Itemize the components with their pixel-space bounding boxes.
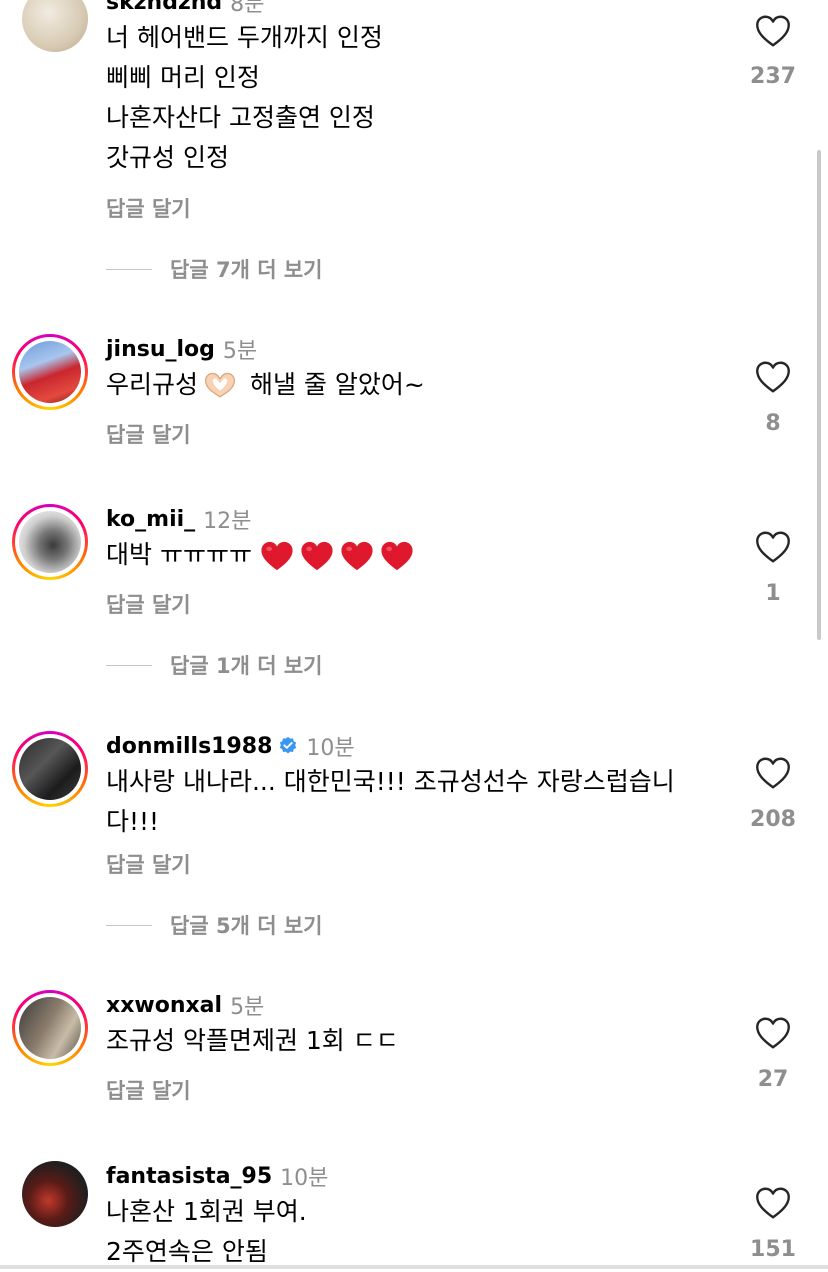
- view-replies-label: 답글 1개 더 보기: [170, 654, 323, 678]
- red-heart-emoji: [260, 539, 294, 573]
- reply-button[interactable]: 답글 달기: [106, 419, 191, 449]
- avatar[interactable]: [12, 990, 88, 1066]
- view-replies-button[interactable]: 답글 5개 더 보기: [106, 910, 322, 940]
- like-count: 27: [757, 1067, 789, 1092]
- avatar[interactable]: [12, 334, 88, 410]
- view-replies-label: 답글 7개 더 보기: [170, 258, 323, 282]
- timestamp: 5분: [222, 339, 258, 364]
- like-button[interactable]: [751, 360, 795, 398]
- like-button[interactable]: [751, 756, 795, 794]
- heart-outline-icon: [755, 14, 791, 48]
- heart-outline-icon: [755, 360, 791, 394]
- comment-text-part: 해낼 줄 알았어~: [242, 370, 425, 399]
- username[interactable]: donmills1988: [106, 734, 272, 759]
- red-heart-emoji: [380, 539, 414, 573]
- comment-meta: xxwonxal 5분: [106, 989, 264, 1021]
- view-replies-button[interactable]: 답글 1개 더 보기: [106, 650, 322, 680]
- like-count: 208: [750, 807, 796, 832]
- like-count: 237: [750, 64, 796, 89]
- comment-meta: jinsu_log 5분: [106, 333, 257, 365]
- like-count: 151: [750, 1237, 796, 1262]
- like-button[interactable]: [751, 1016, 795, 1054]
- comment-text-part: 대박 ㅠㅠㅠㅠ: [106, 540, 252, 569]
- reply-button[interactable]: 답글 달기: [106, 589, 191, 619]
- timestamp: 5분: [230, 995, 265, 1020]
- avatar[interactable]: [12, 504, 88, 580]
- comment-text: 내사랑 내나라... 대한민국!!! 조규성선수 자랑스럽습니 다!!!: [106, 767, 675, 836]
- divider-line: [106, 664, 152, 666]
- username[interactable]: fantasista_95: [106, 1164, 272, 1189]
- comment-meta: ko_mii_ 12분: [106, 503, 251, 535]
- reply-button[interactable]: 답글 달기: [106, 1075, 191, 1105]
- like-count: 1: [765, 581, 781, 606]
- comment-text-part: 우리규성: [106, 370, 199, 399]
- timestamp: 12분: [203, 509, 252, 534]
- scrollbar[interactable]: [817, 150, 821, 640]
- username[interactable]: xxwonxal: [106, 993, 222, 1018]
- timestamp: 8분: [230, 0, 265, 17]
- like-button[interactable]: [751, 1186, 795, 1224]
- heart-outline-icon: [755, 756, 791, 790]
- timestamp: 10분: [280, 1166, 329, 1191]
- heart-outline-icon: [755, 530, 791, 564]
- comment-text: 우리규성 해낼 줄 알았어~: [106, 365, 706, 405]
- comment-meta: donmills1988 10분: [106, 730, 355, 762]
- heart-hands-emoji: [204, 372, 236, 398]
- comment-meta: fantasista_95 10분: [106, 1160, 328, 1192]
- comment-text: 조규성 악플면제권 1회 ㄷㄷ: [106, 1026, 399, 1055]
- avatar[interactable]: [22, 0, 88, 52]
- username[interactable]: jinsu_log: [106, 337, 215, 362]
- reply-button[interactable]: 답글 달기: [106, 193, 191, 223]
- like-count: 8: [765, 411, 781, 436]
- red-heart-emoji: [340, 539, 374, 573]
- username[interactable]: ko_mii_: [106, 507, 195, 532]
- avatar[interactable]: [12, 731, 88, 807]
- comment-text: 대박 ㅠㅠㅠㅠ: [106, 535, 706, 575]
- comment-text: 나혼산 1회권 부여. 2주연속은 안됨: [106, 1197, 307, 1266]
- divider-line: [106, 268, 152, 270]
- comment-meta: skzhdzhd 8분: [106, 0, 264, 18]
- heart-outline-icon: [755, 1016, 791, 1050]
- view-replies-label: 답글 5개 더 보기: [170, 914, 323, 938]
- username[interactable]: skzhdzhd: [106, 0, 222, 15]
- avatar[interactable]: [22, 1161, 88, 1227]
- view-replies-button[interactable]: 답글 7개 더 보기: [106, 254, 322, 284]
- verified-badge-icon: [280, 736, 297, 754]
- reply-button[interactable]: 답글 달기: [106, 849, 191, 879]
- comment-text: 너 헤어밴드 두개까지 인정 삐삐 머리 인정 나혼자산다 고정출연 인정 갓규…: [106, 23, 383, 172]
- red-heart-emoji: [300, 539, 334, 573]
- like-button[interactable]: [751, 14, 795, 52]
- divider-line: [106, 924, 152, 926]
- bottom-edge: [0, 1265, 828, 1269]
- timestamp: 10분: [306, 736, 355, 761]
- like-button[interactable]: [751, 530, 795, 568]
- heart-outline-icon: [755, 1186, 791, 1220]
